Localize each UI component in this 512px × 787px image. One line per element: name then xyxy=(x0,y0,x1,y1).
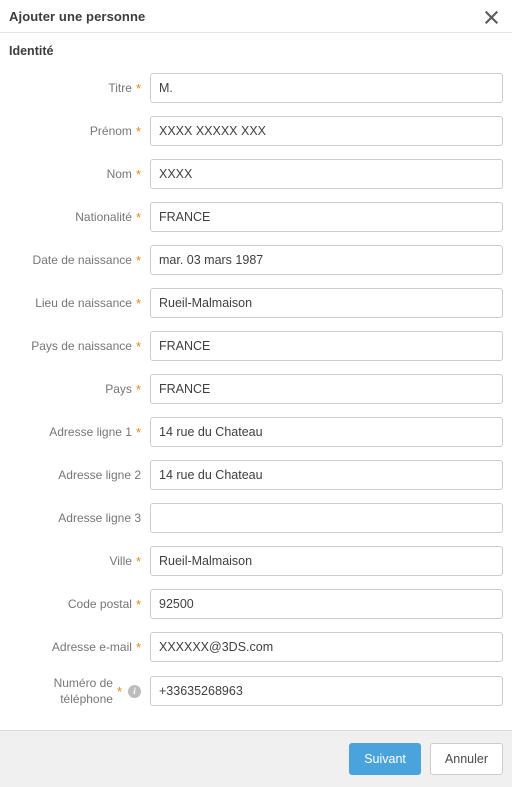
field-label-text: Adresse ligne 2 xyxy=(58,467,141,482)
form-row: Pays de naissance * xyxy=(9,324,503,367)
field-input[interactable] xyxy=(150,676,503,706)
field-label-text: Adresse e-mail xyxy=(51,639,132,654)
field-input[interactable] xyxy=(150,115,503,146)
field-label: Nom * xyxy=(9,166,150,182)
form-row: Ville * xyxy=(9,539,503,582)
required-marker: * xyxy=(135,424,141,440)
field-label-text: Adresse ligne 1 xyxy=(49,424,132,439)
required-marker: * xyxy=(135,639,141,655)
field-label-text: Prénom xyxy=(89,123,132,138)
required-marker: * xyxy=(135,338,141,354)
identity-form: Titre*Prénom*Nom*Nationalité*Date de nai… xyxy=(0,64,512,730)
required-marker: * xyxy=(135,80,141,96)
required-marker: * xyxy=(135,381,141,397)
field-label: Lieu de naissance * xyxy=(9,295,150,311)
cancel-button[interactable]: Annuler xyxy=(429,743,503,775)
field-label-text: Lieu de naissance xyxy=(35,295,132,310)
next-button[interactable]: Suivant xyxy=(349,743,421,775)
form-row: Adresse ligne 1 * xyxy=(9,410,503,453)
required-marker: * xyxy=(135,596,141,612)
close-icon[interactable] xyxy=(480,5,502,27)
field-label: Adresse e-mail * xyxy=(9,639,150,655)
field-label-text: Ville xyxy=(109,553,132,568)
field-label-text: Pays de naissance xyxy=(31,338,132,353)
form-row: Prénom * xyxy=(9,109,503,152)
required-marker: * xyxy=(135,123,141,139)
form-row: Numéro de téléphone * i xyxy=(9,668,503,714)
field-input[interactable] xyxy=(150,545,503,576)
form-row: Pays * xyxy=(9,367,503,410)
field-label: Adresse ligne 3 xyxy=(9,510,150,526)
field-label-text: Pays xyxy=(105,381,132,396)
form-row: Lieu de naissance * xyxy=(9,281,503,324)
field-input[interactable] xyxy=(150,201,503,232)
field-label: Titre * xyxy=(9,80,150,96)
field-label: Date de naissance * xyxy=(9,252,150,268)
field-label-text: Code postal xyxy=(67,596,132,611)
field-label-text: Adresse ligne 3 xyxy=(58,510,141,525)
form-row: Nom * xyxy=(9,152,503,195)
field-label-text: Nom xyxy=(106,166,132,181)
form-row: Adresse ligne 3 xyxy=(9,496,503,539)
form-row: Adresse ligne 2 xyxy=(9,453,503,496)
dialog-title: Ajouter une personne xyxy=(9,8,146,24)
field-label: Pays * xyxy=(9,381,150,397)
field-label: Numéro de téléphone * i xyxy=(9,675,150,707)
info-icon[interactable]: i xyxy=(128,684,141,698)
required-marker: * xyxy=(135,166,141,182)
field-input[interactable] xyxy=(150,72,503,103)
required-marker: * xyxy=(135,553,141,569)
required-marker: * xyxy=(135,252,141,268)
dialog-footer: Suivant Annuler xyxy=(0,730,512,787)
field-label: Nationalité * xyxy=(9,209,150,225)
form-row: Date de naissance * xyxy=(9,238,503,281)
field-label: Ville * xyxy=(9,553,150,569)
field-label-text: Date de naissance xyxy=(32,252,132,267)
field-label: Adresse ligne 1 * xyxy=(9,424,150,440)
field-input[interactable] xyxy=(150,416,503,447)
field-input[interactable] xyxy=(150,287,503,318)
field-input[interactable] xyxy=(150,244,503,275)
field-label-text: Nationalité xyxy=(75,209,132,224)
field-input[interactable] xyxy=(150,158,503,189)
field-input[interactable] xyxy=(150,330,503,361)
required-marker: * xyxy=(135,209,141,225)
field-input[interactable] xyxy=(150,631,503,662)
required-marker: * xyxy=(135,295,141,311)
field-label: Adresse ligne 2 xyxy=(9,467,150,483)
field-label: Pays de naissance * xyxy=(9,338,150,354)
field-input[interactable] xyxy=(150,459,503,490)
field-label: Code postal * xyxy=(9,596,150,612)
field-label-text: Titre xyxy=(108,80,132,95)
form-row: Adresse e-mail * xyxy=(9,625,503,668)
field-label: Prénom * xyxy=(9,123,150,139)
required-marker: * xyxy=(116,684,122,699)
add-person-dialog: Ajouter une personne Identité Titre*Prén… xyxy=(0,0,512,787)
dialog-header: Ajouter une personne xyxy=(0,0,512,33)
field-label-text: Numéro de téléphone xyxy=(53,676,113,706)
form-row: Code postal * xyxy=(9,582,503,625)
form-row: Nationalité * xyxy=(9,195,503,238)
field-input[interactable] xyxy=(150,373,503,404)
section-title-identite: Identité xyxy=(9,44,54,58)
field-input[interactable] xyxy=(150,502,503,533)
field-input[interactable] xyxy=(150,588,503,619)
form-row: Titre * xyxy=(9,66,503,109)
